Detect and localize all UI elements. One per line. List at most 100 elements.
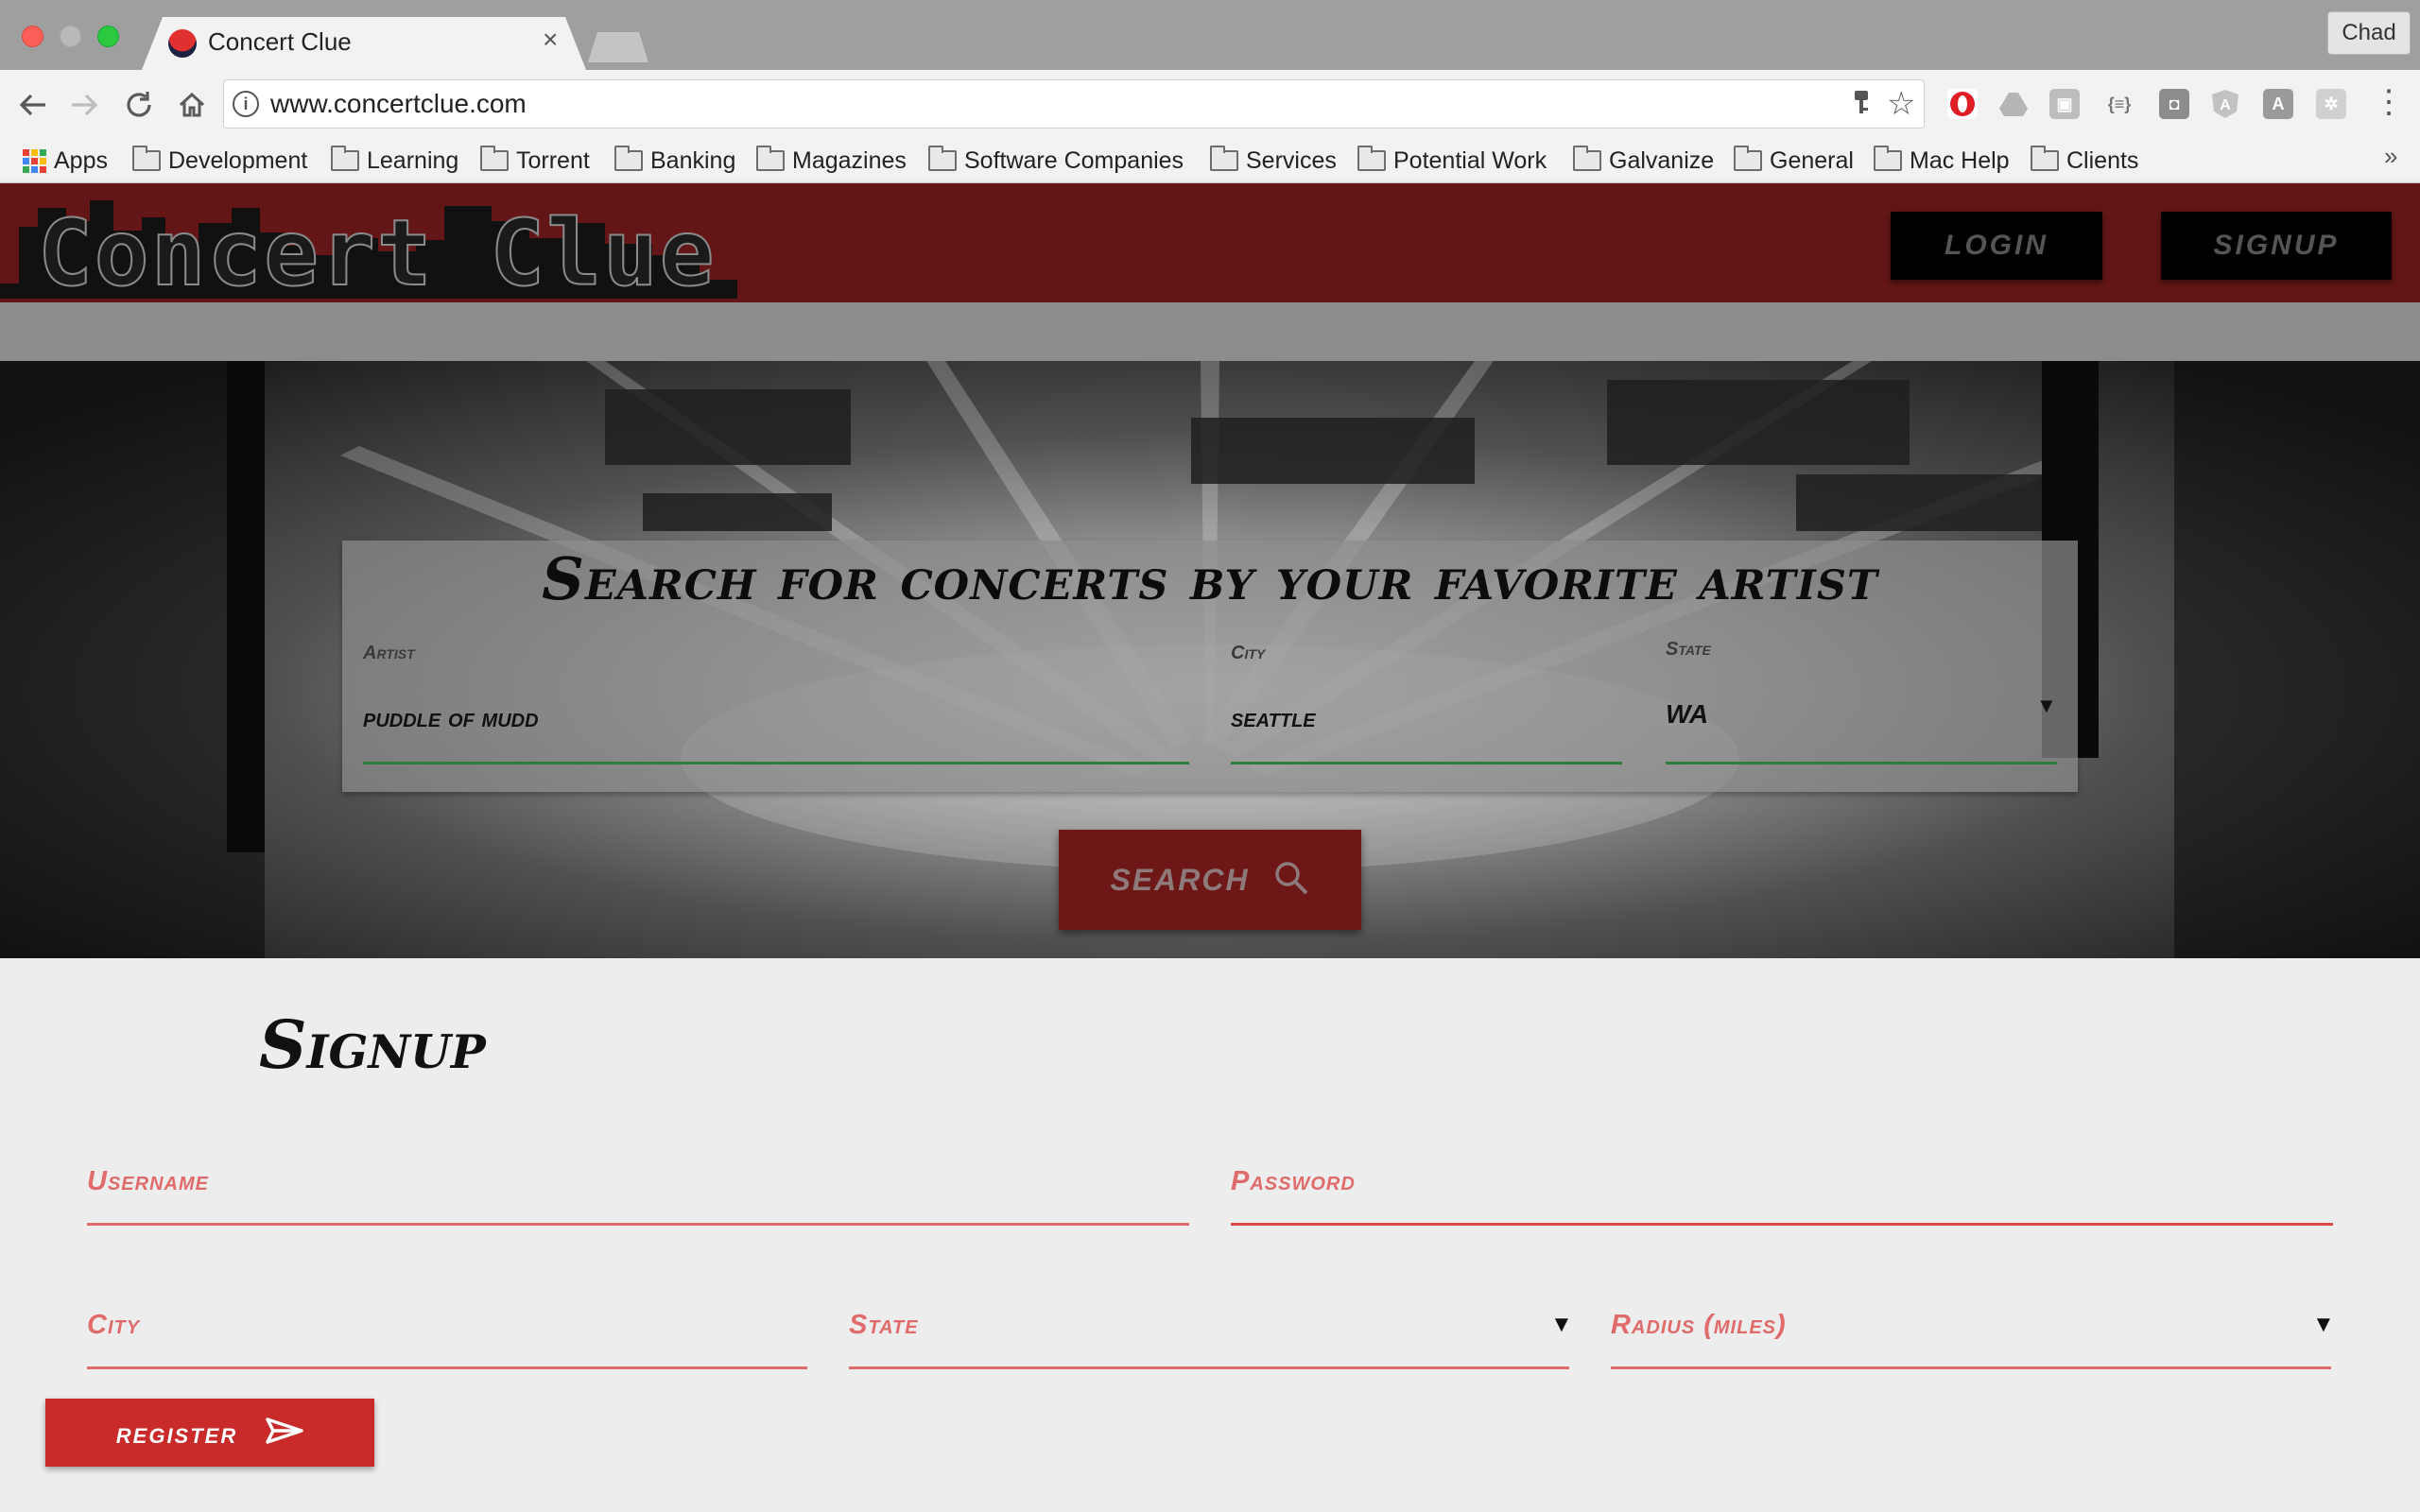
site-logo[interactable]: Concert Clue	[37, 199, 717, 307]
bookmark-label: Learning	[367, 146, 459, 174]
folder-icon	[1357, 146, 1386, 171]
bookmark-label: Clients	[2066, 146, 2139, 174]
signup-city-underline	[87, 1366, 807, 1369]
bookmark-label: Galvanize	[1609, 146, 1715, 174]
signup-state-underline	[849, 1366, 1569, 1369]
signup-city-field[interactable]: City	[87, 1310, 140, 1341]
bookmark-label: Torrent	[516, 146, 590, 174]
artist-input-underline	[363, 762, 1189, 765]
window-minimize-button[interactable]	[60, 26, 81, 47]
bookmark-folder-galvanize[interactable]: Galvanize	[1573, 142, 1714, 180]
home-icon[interactable]	[172, 85, 212, 125]
username-field[interactable]: Username	[87, 1166, 209, 1197]
artist-label: Artist	[363, 643, 415, 663]
folder-icon	[132, 146, 161, 171]
profile-button[interactable]: Chad	[2327, 11, 2411, 55]
folder-icon	[2031, 146, 2059, 171]
bookmark-label: Apps	[54, 146, 108, 174]
search-icon	[1272, 859, 1310, 902]
bookmark-label: Development	[168, 146, 308, 174]
password-underline	[1231, 1223, 2333, 1226]
browser-menu-icon[interactable]: ⋮	[2373, 83, 2405, 121]
bookmark-label: General	[1770, 146, 1854, 174]
opera-extension-icon[interactable]	[1947, 89, 1978, 119]
bookmark-apps[interactable]: Apps	[23, 142, 108, 180]
svg-text:A: A	[2220, 97, 2231, 113]
bookmark-folder-torrent[interactable]: Torrent	[480, 142, 590, 180]
folder-icon	[1573, 146, 1601, 171]
shield-extension-icon[interactable]: ◘	[2159, 89, 2189, 119]
signup-heading: Signup	[259, 1005, 486, 1084]
folder-icon	[1874, 146, 1902, 171]
bookmark-folder-development[interactable]: Development	[132, 142, 307, 180]
state-select[interactable]: WA	[1666, 699, 1708, 730]
search-button-label: SEARCH	[1110, 862, 1250, 897]
artist-input[interactable]: puddle of mudd	[363, 703, 539, 733]
folder-icon	[331, 146, 359, 171]
angular-extension-icon[interactable]: A	[2210, 89, 2240, 119]
settings-extension-icon[interactable]: ✲	[2316, 89, 2346, 119]
radius-select[interactable]: Radius (miles)	[1611, 1310, 1787, 1341]
folder-icon	[480, 146, 509, 171]
send-arrow-icon	[266, 1416, 303, 1451]
bookmark-label: Mac Help	[1910, 146, 2010, 174]
bookmark-folder-magazines[interactable]: Magazines	[756, 142, 907, 180]
folder-icon	[1210, 146, 1238, 171]
font-extension-icon[interactable]: A	[2263, 89, 2293, 119]
username-underline	[87, 1223, 1189, 1226]
dropdown-caret-icon[interactable]: ▼	[2036, 694, 2057, 718]
bookmark-folder-clients[interactable]: Clients	[2031, 142, 2138, 180]
bookmark-folder-mac-help[interactable]: Mac Help	[1874, 142, 2010, 180]
state-select-underline	[1666, 762, 2057, 765]
bookmark-folder-software-companies[interactable]: Software Companies	[928, 142, 1184, 180]
forward-arrow-icon[interactable]	[64, 85, 104, 125]
bookmark-label: Software Companies	[964, 146, 1184, 174]
photo-extension-icon[interactable]: ▣	[2049, 89, 2080, 119]
register-button-label: register	[115, 1415, 238, 1450]
bookmark-folder-general[interactable]: General	[1734, 142, 1854, 180]
tab-close-icon[interactable]: ×	[543, 26, 558, 53]
folder-icon	[614, 146, 643, 171]
bookmark-folder-services[interactable]: Services	[1210, 142, 1337, 180]
drive-extension-icon[interactable]	[1998, 89, 2029, 119]
bookmark-label: Services	[1246, 146, 1337, 174]
site-info-icon[interactable]: i	[233, 91, 259, 117]
password-field[interactable]: Password	[1231, 1166, 1356, 1197]
back-arrow-icon[interactable]	[13, 85, 53, 125]
bookmark-folder-learning[interactable]: Learning	[331, 142, 458, 180]
bookmarks-overflow-icon[interactable]: »	[2384, 142, 2397, 171]
dropdown-caret-icon[interactable]: ▼	[2312, 1312, 2335, 1338]
header-spacer	[0, 302, 2420, 361]
city-label: City	[1231, 643, 1266, 663]
new-tab-button[interactable]	[588, 32, 648, 62]
folder-icon	[1734, 146, 1762, 171]
dropdown-caret-icon[interactable]: ▼	[1550, 1312, 1573, 1338]
register-button[interactable]: register	[45, 1399, 374, 1467]
state-label: State	[1666, 639, 1711, 660]
city-input[interactable]: seattle	[1231, 703, 1316, 733]
bookmark-label: Potential Work	[1393, 146, 1547, 174]
reload-icon[interactable]	[119, 85, 159, 125]
bookmark-folder-banking[interactable]: Banking	[614, 142, 735, 180]
signup-state-select[interactable]: State	[849, 1310, 919, 1341]
site-favicon-icon	[168, 29, 197, 58]
signup-button[interactable]: SIGNUP	[2161, 212, 2392, 280]
tab-title: Concert Clue	[208, 27, 352, 56]
bookmark-folder-potential-work[interactable]: Potential Work	[1357, 142, 1547, 180]
folder-icon	[928, 146, 957, 171]
key-icon[interactable]	[1851, 89, 1872, 124]
address-bar-url[interactable]: www.concertclue.com	[270, 89, 527, 119]
bookmark-label: Banking	[650, 146, 736, 174]
window-close-button[interactable]	[22, 26, 43, 47]
city-input-underline	[1231, 762, 1622, 765]
radius-underline	[1611, 1366, 2331, 1369]
json-extension-icon[interactable]: {≡}	[2104, 89, 2135, 119]
folder-icon	[756, 146, 785, 171]
login-button[interactable]: LOGIN	[1891, 212, 2102, 280]
apps-grid-icon	[23, 148, 46, 173]
bookmark-label: Magazines	[792, 146, 907, 174]
search-title: Search for concerts by your favorite art…	[542, 544, 1878, 613]
bookmark-star-icon[interactable]: ☆	[1887, 85, 1915, 123]
search-button[interactable]: SEARCH	[1059, 830, 1361, 930]
window-maximize-button[interactable]	[97, 26, 119, 47]
